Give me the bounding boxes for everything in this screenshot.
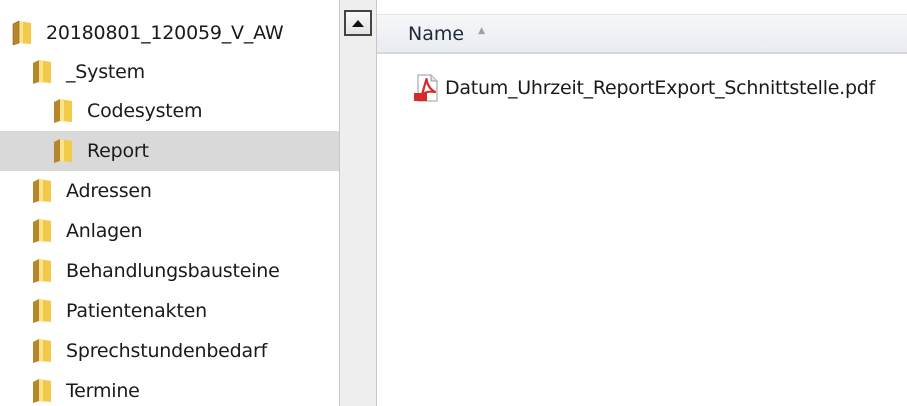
tree-item-codesystem[interactable]: Codesystem xyxy=(0,91,339,131)
folder-icon xyxy=(33,379,51,403)
tree-item-anlagen[interactable]: Anlagen xyxy=(0,211,339,251)
tree-item-label: Patientenakten xyxy=(66,300,207,322)
folder-icon xyxy=(33,60,51,84)
folder-icon xyxy=(33,219,51,243)
scroll-up-button[interactable] xyxy=(344,10,372,36)
tree-item-termine[interactable]: Termine xyxy=(0,371,339,406)
tree-scrollbar[interactable] xyxy=(339,0,377,406)
folder-icon xyxy=(33,259,51,283)
folder-icon xyxy=(33,339,51,363)
column-header-name[interactable]: Name ▲ xyxy=(377,14,907,54)
tree-item-root-folder[interactable]: 20180801_120059_V_AW xyxy=(0,13,339,53)
tree-item-report[interactable]: Report xyxy=(0,131,339,171)
tree-item-sprechstundenbedarf[interactable]: Sprechstundenbedarf xyxy=(0,331,339,371)
tree-item-label: Sprechstundenbedarf xyxy=(66,340,268,362)
tree-item-label: Termine xyxy=(66,380,140,402)
file-name: Datum_Uhrzeit_ReportExport_Schnittstelle… xyxy=(445,77,876,99)
folder-icon xyxy=(54,99,72,123)
sort-ascending-icon: ▲ xyxy=(478,25,485,36)
folder-icon xyxy=(12,20,31,46)
tree-item-adressen[interactable]: Adressen xyxy=(0,171,339,211)
folder-icon xyxy=(54,139,72,163)
file-list-pane: Name ▲ Datum_Uhrzeit_ReportExport_Schnit… xyxy=(377,0,907,406)
tree-item-label: 20180801_120059_V_AW xyxy=(46,22,284,44)
file-list-item[interactable]: Datum_Uhrzeit_ReportExport_Schnittstelle… xyxy=(413,70,875,106)
tree-item-label: Behandlungsbausteine xyxy=(66,260,280,282)
file-explorer-window: 20180801_120059_V_AW _System Codesystem xyxy=(0,0,907,406)
tree-item-label: _System xyxy=(66,61,145,83)
arrow-up-icon xyxy=(352,19,364,27)
pdf-file-icon xyxy=(414,74,438,102)
folder-icon xyxy=(33,179,51,203)
navigation-tree: 20180801_120059_V_AW _System Codesystem xyxy=(0,0,339,406)
tree-item-system[interactable]: _System xyxy=(0,52,339,92)
column-header-label: Name xyxy=(408,22,465,45)
tree-item-label: Adressen xyxy=(66,180,152,202)
tree-item-label: Codesystem xyxy=(87,100,203,122)
tree-item-label: Anlagen xyxy=(66,220,143,242)
tree-item-behandlungsbausteine[interactable]: Behandlungsbausteine xyxy=(0,251,339,291)
folder-icon xyxy=(33,299,51,323)
tree-item-patientenakten[interactable]: Patientenakten xyxy=(0,291,339,331)
tree-item-label: Report xyxy=(87,140,149,162)
